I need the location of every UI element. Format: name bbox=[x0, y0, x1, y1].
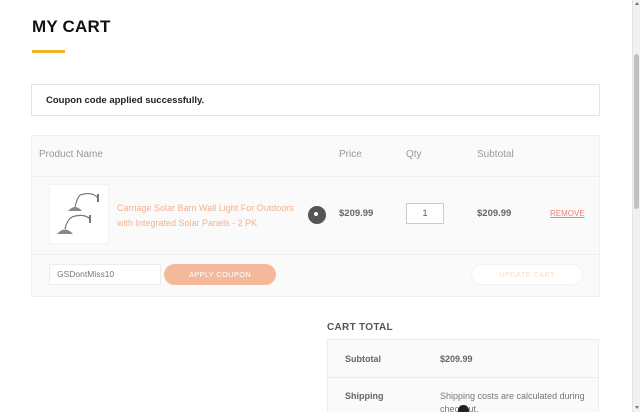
subtotal-label: Subtotal bbox=[345, 354, 381, 364]
barn-light-product-image[interactable] bbox=[49, 184, 109, 244]
scroll-up-arrow-icon[interactable] bbox=[635, 2, 639, 5]
column-header-qty: Qty bbox=[406, 149, 422, 160]
cart-table: Product Name Price Qty Subtotal Carriage… bbox=[31, 135, 600, 297]
column-header-product: Product Name bbox=[39, 149, 103, 160]
row-divider bbox=[32, 254, 599, 255]
product-price: $209.99 bbox=[339, 208, 374, 219]
update-cart-button[interactable]: UPDATE CART bbox=[471, 264, 583, 285]
column-header-subtotal: Subtotal bbox=[477, 149, 514, 160]
scroll-down-arrow-icon[interactable] bbox=[635, 406, 639, 409]
totals-divider bbox=[328, 377, 598, 378]
quantity-input[interactable]: 1 bbox=[406, 203, 444, 224]
title-accent-underline bbox=[32, 50, 65, 53]
cart-total-heading: CART TOTAL bbox=[327, 322, 393, 333]
coupon-code-input[interactable]: GSDontMiss10 bbox=[49, 264, 161, 285]
cart-page: MY CART Coupon code applied successfully… bbox=[0, 0, 632, 412]
scrollbar-thumb[interactable] bbox=[634, 54, 639, 209]
page-title: MY CART bbox=[32, 17, 111, 36]
product-subtotal: $209.99 bbox=[477, 208, 512, 219]
header-divider bbox=[32, 176, 599, 177]
column-header-price: Price bbox=[339, 149, 362, 160]
apply-coupon-button[interactable]: APPLY COUPON bbox=[164, 264, 276, 285]
vertical-scrollbar[interactable] bbox=[632, 0, 640, 412]
product-info-icon[interactable] bbox=[308, 206, 326, 224]
mouse-cursor-icon bbox=[458, 405, 469, 412]
notice-text: Coupon code applied successfully. bbox=[46, 95, 205, 106]
subtotal-value: $209.99 bbox=[440, 354, 473, 364]
remove-item-link[interactable]: REMOVE bbox=[550, 209, 585, 218]
barn-light-icon bbox=[57, 192, 99, 234]
product-name-link[interactable]: Carriage Solar Barn Wall Light For Outdo… bbox=[117, 201, 307, 231]
shipping-label: Shipping bbox=[345, 391, 384, 401]
cart-totals-table: Subtotal $209.99 Shipping Shipping costs… bbox=[327, 339, 599, 412]
coupon-success-notice: Coupon code applied successfully. bbox=[31, 84, 600, 116]
